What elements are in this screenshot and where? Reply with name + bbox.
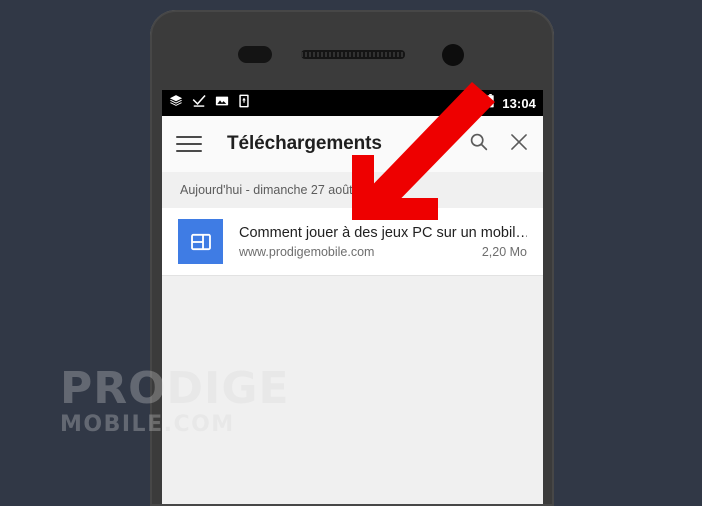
file-thumbnail	[178, 219, 223, 264]
download-item-url: www.prodigemobile.com	[239, 245, 375, 260]
close-icon[interactable]	[509, 132, 529, 157]
sd-card-icon	[238, 94, 250, 113]
status-bar: 13:04	[162, 90, 543, 116]
menu-line	[176, 143, 202, 145]
menu-line	[176, 150, 202, 152]
signal-icon	[468, 94, 481, 112]
download-list-item[interactable]: Comment jouer à des jeux PC sur un mobil…	[162, 208, 543, 276]
layers-icon	[169, 94, 183, 113]
status-bar-right-icons: 13:04	[468, 93, 536, 113]
download-item-meta: www.prodigemobile.com 2,20 Mo	[239, 245, 527, 259]
downloads-list: Comment jouer à des jeux PC sur un mobil…	[162, 208, 543, 276]
front-camera	[442, 44, 464, 66]
download-item-texts: Comment jouer à des jeux PC sur un mobil…	[239, 224, 527, 260]
earpiece-speaker	[301, 50, 405, 59]
download-item-size: 2,20 Mo	[481, 245, 527, 260]
hamburger-menu-icon[interactable]	[176, 131, 202, 157]
date-group-header: Aujourd'hui - dimanche 27 août	[162, 172, 543, 208]
proximity-sensor	[238, 46, 272, 63]
status-bar-left-icons	[169, 94, 250, 113]
battery-icon	[486, 93, 495, 113]
phone-device: 13:04 Téléchargements Aujourd'hui - dima…	[150, 10, 554, 506]
download-complete-icon	[192, 94, 206, 113]
toolbar-actions	[468, 131, 529, 157]
status-bar-clock: 13:04	[502, 95, 536, 111]
download-item-title: Comment jouer à des jeux PC sur un mobil…	[239, 224, 527, 241]
search-icon[interactable]	[468, 131, 489, 157]
image-icon	[215, 94, 229, 113]
app-toolbar: Téléchargements	[162, 116, 543, 172]
page-title: Téléchargements	[227, 133, 382, 154]
downloads-content: Aujourd'hui - dimanche 27 août Comment j…	[162, 172, 543, 506]
webpage-icon	[190, 233, 211, 250]
menu-line	[176, 136, 202, 138]
phone-screen: 13:04 Téléchargements Aujourd'hui - dima…	[162, 90, 543, 506]
